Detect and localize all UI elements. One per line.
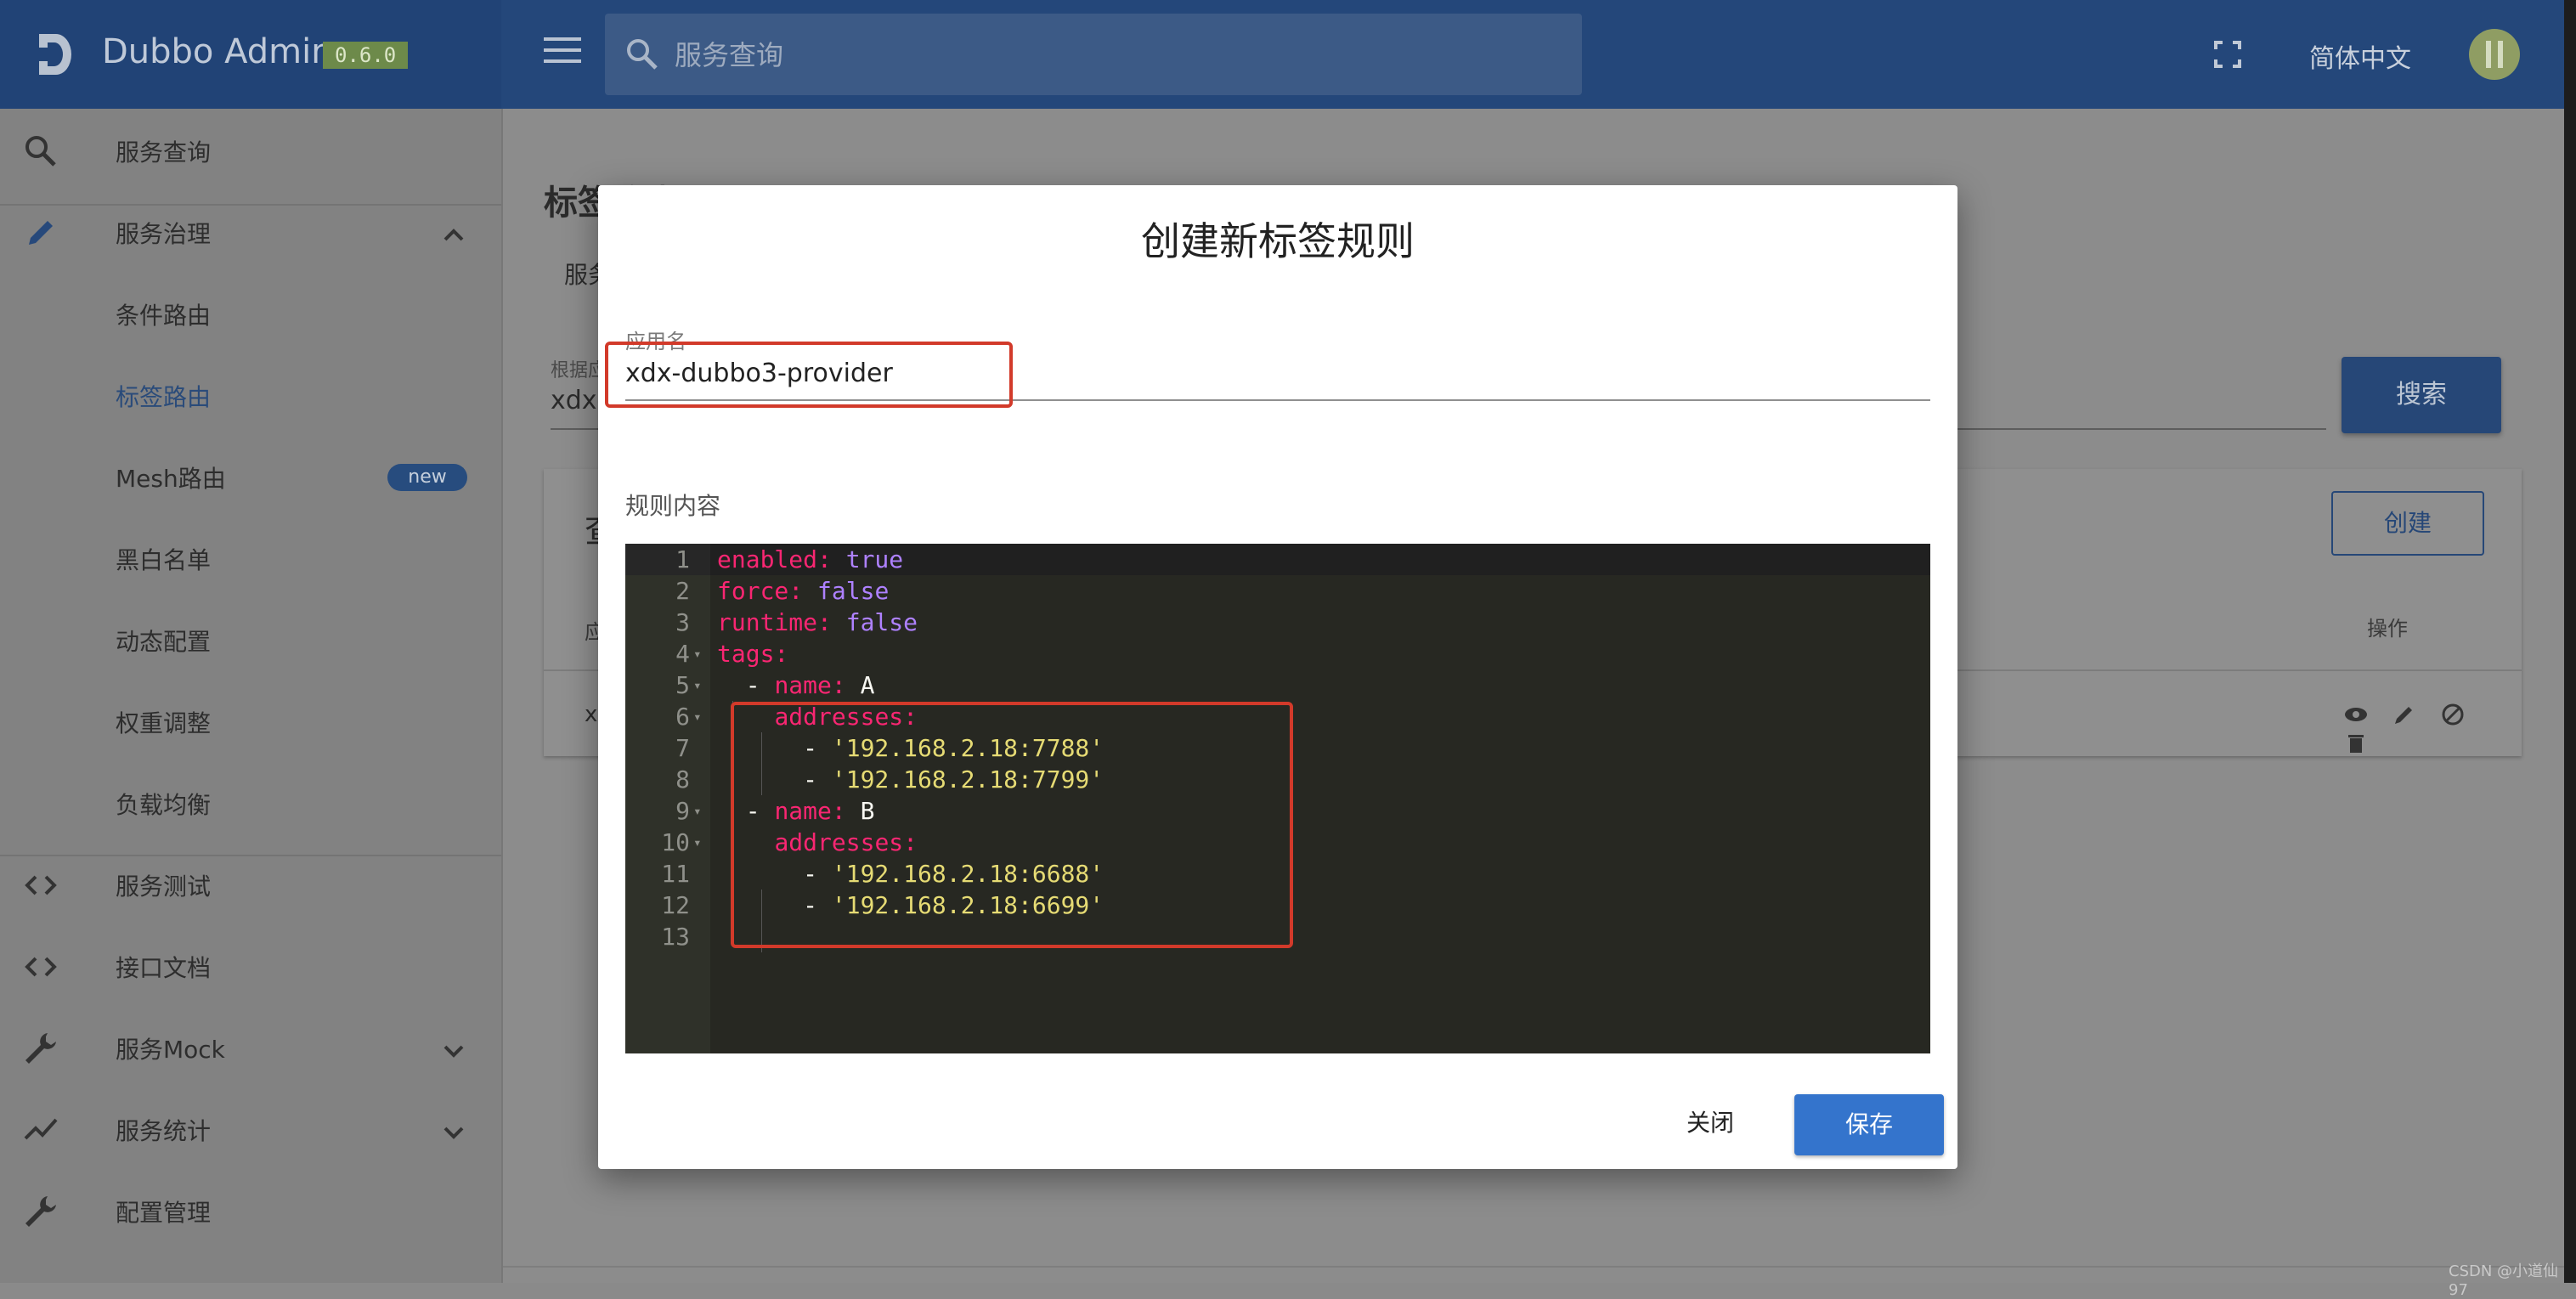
fold-toggle-icon[interactable]: ▾ xyxy=(693,701,702,732)
code-text: force: false xyxy=(717,577,890,605)
sidebar-item-api-docs[interactable]: 接口文档 xyxy=(0,926,501,1008)
menu-toggle-button[interactable] xyxy=(544,37,581,71)
code-line: 5 ▾ - name: A xyxy=(625,669,1930,701)
table-cell: x xyxy=(585,702,598,727)
create-button[interactable]: 创建 xyxy=(2331,491,2484,556)
code-line: 1 enabled: true xyxy=(625,544,1930,575)
sidebar-item-label: 配置管理 xyxy=(116,1199,212,1227)
sidebar-item-label: 标签路由 xyxy=(116,383,212,411)
line-number: 3 xyxy=(675,608,690,636)
sidebar-item-label: 权重调整 xyxy=(116,709,212,737)
line-number: 13 xyxy=(661,923,690,951)
watermark: CSDN @小道仙97 xyxy=(2449,1262,2559,1299)
rule-content-label: 规则内容 xyxy=(625,492,721,520)
global-search-input[interactable] xyxy=(673,31,1560,80)
line-number: 12 xyxy=(661,891,690,919)
chevron-up-icon xyxy=(443,229,464,241)
sidebar-item-label: 接口文档 xyxy=(116,954,212,982)
global-search[interactable] xyxy=(605,14,1582,95)
line-number: 8 xyxy=(675,765,690,794)
dialog-title: 创建新标签规则 xyxy=(1141,218,1415,264)
line-number: 4 xyxy=(675,640,690,668)
sidebar-item-tag-route[interactable]: 标签路由 xyxy=(0,355,501,437)
chevron-down-icon xyxy=(443,1045,464,1058)
top-app-bar: Dubbo Admin 0.6.0 简体中文 xyxy=(0,0,2564,109)
sidebar-item-label: 服务Mock xyxy=(116,1036,225,1064)
line-number: 10 xyxy=(661,828,690,856)
chart-line-icon xyxy=(24,1118,58,1140)
line-number: 6 xyxy=(675,703,690,731)
line-number: 11 xyxy=(661,860,690,888)
fold-toggle-icon[interactable]: ▾ xyxy=(693,669,702,701)
sidebar-item-dynamic-config[interactable]: 动态配置 xyxy=(0,600,501,681)
line-number: 2 xyxy=(675,577,690,605)
brand-area: Dubbo Admin 0.6.0 xyxy=(0,0,501,109)
code-line: 2 force: false xyxy=(625,575,1930,607)
close-button[interactable]: 关闭 xyxy=(1647,1093,1774,1154)
sidebar-item-weight-adjust[interactable]: 权重调整 xyxy=(0,681,501,763)
sidebar-item-label: 服务测试 xyxy=(116,873,212,901)
sidebar-item-label: 负载均衡 xyxy=(116,791,212,819)
sidebar-item-label: 动态配置 xyxy=(116,628,212,656)
code-line: 4 ▾ tags: xyxy=(625,638,1930,669)
code-icon xyxy=(25,875,57,895)
wrench-icon xyxy=(25,1196,56,1227)
search-icon xyxy=(25,136,56,167)
fold-toggle-icon[interactable]: ▾ xyxy=(693,827,702,858)
fullscreen-icon[interactable] xyxy=(2212,39,2243,70)
sidebar-item-service-mock[interactable]: 服务Mock xyxy=(0,1008,501,1089)
line-number: 7 xyxy=(675,734,690,762)
app-title: Dubbo Admin xyxy=(102,32,333,71)
dubbo-logo-icon xyxy=(39,34,71,75)
table-header-actions: 操作 xyxy=(2367,617,2408,641)
create-tag-rule-dialog: 创建新标签规则 应用名 规则内容 1enabled: true2force: f… xyxy=(598,185,1957,1169)
sidebar-item-label: 黑白名单 xyxy=(116,546,212,574)
disable-icon[interactable] xyxy=(2440,702,2466,731)
sidebar-item-label: 条件路由 xyxy=(116,302,212,330)
sidebar-item-mesh-route[interactable]: Mesh路由 new xyxy=(0,437,501,518)
sidebar-item-service-query[interactable]: 服务查询 xyxy=(0,110,501,192)
annotation-highlight-box xyxy=(731,702,1293,948)
search-button[interactable]: 搜索 xyxy=(2342,357,2501,433)
code-text: tags: xyxy=(717,640,789,668)
sidebar-item-label: 服务查询 xyxy=(116,138,212,167)
code-text: - name: A xyxy=(717,671,875,699)
version-badge: 0.6.0 xyxy=(323,42,409,69)
delete-icon[interactable] xyxy=(2343,731,2369,760)
row-actions xyxy=(2343,702,2522,760)
new-badge: new xyxy=(387,464,467,491)
code-text: enabled: true xyxy=(717,545,904,573)
code-text: runtime: false xyxy=(717,608,918,636)
sidebar-item-label: 服务治理 xyxy=(116,220,212,248)
chevron-down-icon xyxy=(443,1127,464,1139)
sidebar-item-config-management[interactable]: 配置管理 xyxy=(0,1171,501,1252)
code-line: 3 runtime: false xyxy=(625,607,1930,638)
language-switch[interactable]: 简体中文 xyxy=(2309,37,2411,75)
sidebar-item-load-balance[interactable]: 负载均衡 xyxy=(0,763,501,844)
sidebar-item-service-governance[interactable]: 服务治理 xyxy=(0,192,501,274)
window-edge xyxy=(2564,0,2576,1283)
pencil-icon xyxy=(29,221,53,245)
code-icon xyxy=(25,957,57,977)
sidebar-item-condition-route[interactable]: 条件路由 xyxy=(0,274,501,355)
annotation-highlight-box xyxy=(605,342,1013,408)
sidebar-item-service-stats[interactable]: 服务统计 xyxy=(0,1089,501,1171)
line-number: 1 xyxy=(675,545,690,573)
avatar[interactable] xyxy=(2469,29,2520,80)
save-button[interactable]: 保存 xyxy=(1794,1094,1944,1155)
footer-divider xyxy=(503,1266,2564,1268)
sidebar: 服务查询 服务治理 条件路由 标签路由 Mesh路由 new 黑白名单 动态配置… xyxy=(0,109,503,1283)
sidebar-item-label: 服务统计 xyxy=(116,1117,212,1145)
line-number: 5 xyxy=(675,671,690,699)
search-icon xyxy=(627,39,658,70)
fold-toggle-icon[interactable]: ▾ xyxy=(693,638,702,669)
sidebar-item-service-test[interactable]: 服务测试 xyxy=(0,844,501,926)
sidebar-item-black-white-list[interactable]: 黑白名单 xyxy=(0,518,501,600)
line-number: 9 xyxy=(675,797,690,825)
view-icon[interactable] xyxy=(2343,702,2369,731)
edit-icon[interactable] xyxy=(2392,702,2417,731)
sidebar-item-label: Mesh路由 xyxy=(116,465,226,493)
wrench-icon xyxy=(25,1033,56,1064)
fold-toggle-icon[interactable]: ▾ xyxy=(693,795,702,827)
